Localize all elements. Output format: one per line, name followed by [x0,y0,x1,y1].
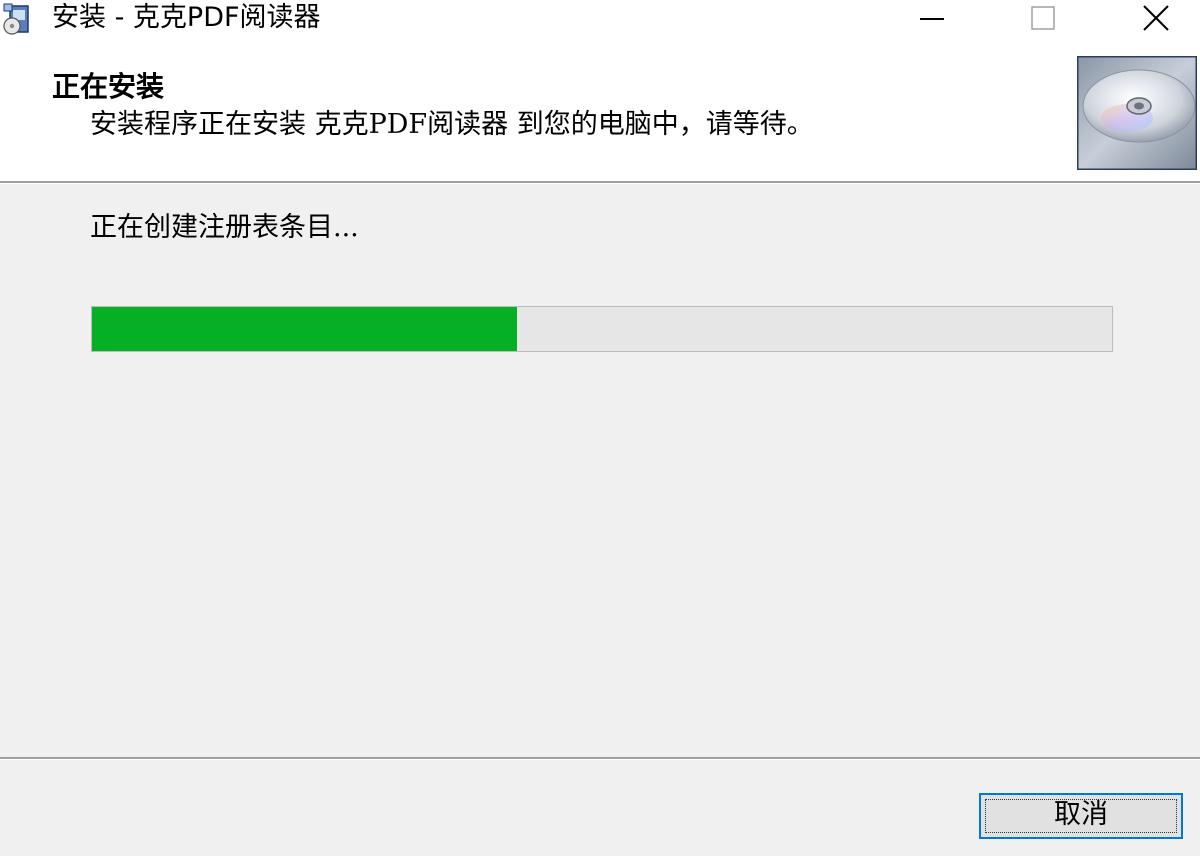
cancel-button[interactable]: 取消 [979,793,1183,839]
minimize-button[interactable] [898,0,966,38]
header-divider [0,181,1200,184]
window-title: 安装 - 克克PDF阅读器 [52,2,321,33]
page-subtitle: 安装程序正在安装 克克PDF阅读器 到您的电脑中，请等待。 [90,109,814,140]
status-text: 正在创建注册表条目... [90,212,359,243]
progress-fill [92,307,518,351]
disc-icon [1077,56,1197,170]
installer-icon [3,3,29,35]
wizard-header: 正在安装 安装程序正在安装 克克PDF阅读器 到您的电脑中，请等待。 [0,40,1200,181]
install-progress-bar [91,306,1113,352]
title-bar: 安装 - 克克PDF阅读器 [0,0,1200,40]
maximize-icon [1031,6,1055,30]
page-title: 正在安装 [52,70,165,103]
close-button[interactable] [1122,0,1190,38]
close-icon [1143,5,1169,31]
footer-divider [0,757,1200,760]
installer-window: 安装 - 克克PDF阅读器 正在安装 安装程序正在安装 克克PDF阅读器 到您的… [0,0,1200,856]
cancel-button-label: 取消 [1054,799,1108,830]
maximize-button[interactable] [1008,0,1076,38]
